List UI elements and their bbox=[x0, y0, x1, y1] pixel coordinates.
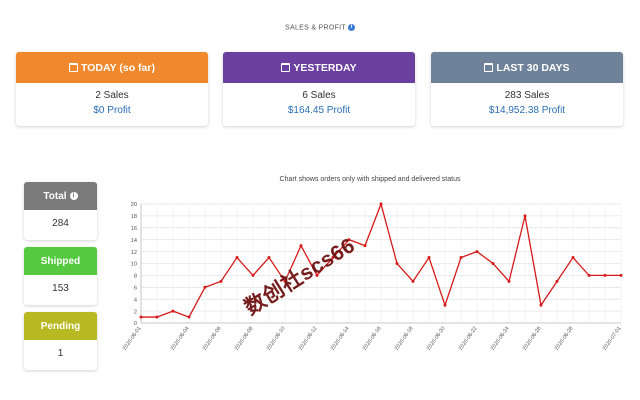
data-point bbox=[139, 315, 143, 319]
y-tick-label: 4 bbox=[134, 297, 137, 303]
today-card-title: TODAY (so far) bbox=[81, 61, 155, 74]
x-tick-label: 2020-06-06 bbox=[202, 326, 223, 352]
yesterday-card-header: YESTERDAY bbox=[223, 52, 415, 83]
shipped-stat: Shipped 153 bbox=[24, 247, 97, 305]
data-point bbox=[475, 250, 479, 254]
info-icon[interactable]: i bbox=[348, 24, 355, 31]
data-point bbox=[507, 279, 511, 283]
calendar-icon bbox=[69, 63, 79, 72]
last30-card-header: LAST 30 DAYS bbox=[431, 52, 623, 83]
y-tick-label: 20 bbox=[131, 202, 137, 208]
data-point bbox=[379, 202, 383, 206]
data-point bbox=[555, 279, 559, 283]
total-stat: Total i 284 bbox=[24, 182, 97, 240]
x-tick-label: 2020-06-10 bbox=[266, 326, 287, 352]
data-point bbox=[395, 262, 399, 265]
data-point bbox=[299, 244, 303, 248]
data-point bbox=[427, 256, 431, 260]
y-tick-label: 8 bbox=[134, 274, 137, 280]
x-tick-label: 2020-06-28 bbox=[554, 326, 575, 352]
y-tick-label: 6 bbox=[134, 286, 137, 292]
shipped-value: 153 bbox=[52, 283, 69, 294]
yesterday-card: YESTERDAY 6 Sales $164.45 Profit bbox=[223, 52, 415, 126]
x-tick-label: 2020-06-18 bbox=[394, 326, 415, 352]
data-point bbox=[619, 273, 623, 277]
pending-stat-header: Pending bbox=[24, 312, 97, 340]
x-tick-label: 2020-07-01 bbox=[602, 326, 623, 352]
today-card: TODAY (so far) 2 Sales $0 Profit bbox=[16, 52, 208, 126]
yesterday-card-title: YESTERDAY bbox=[293, 61, 357, 74]
total-value: 284 bbox=[52, 218, 69, 229]
x-tick-label: 2020-06-24 bbox=[490, 326, 511, 352]
data-point bbox=[587, 273, 591, 277]
x-tick-label: 2020-06-04 bbox=[170, 326, 191, 352]
pending-value: 1 bbox=[57, 348, 64, 359]
pending-stat: Pending 1 bbox=[24, 312, 97, 370]
pending-label: Pending bbox=[40, 320, 81, 332]
today-profit: $0 Profit bbox=[93, 105, 131, 116]
data-point bbox=[539, 303, 543, 307]
y-tick-label: 2 bbox=[134, 309, 137, 315]
info-icon[interactable]: i bbox=[69, 192, 78, 200]
orders-line-chart: 024681012141618202020-06-01 2020-06-04 202… bbox=[122, 201, 623, 352]
calendar-icon bbox=[281, 63, 291, 72]
x-tick-label: 2020-06-14 bbox=[330, 326, 351, 352]
data-point bbox=[267, 256, 271, 260]
data-point bbox=[251, 273, 255, 277]
x-tick-label: 2020-06-22 bbox=[458, 326, 479, 352]
last30-sales: 283 Sales bbox=[504, 90, 550, 101]
last30-card: LAST 30 DAYS 283 Sales $14,952.38 Profit bbox=[431, 52, 623, 126]
page-title: SALES & PROFIT i bbox=[0, 24, 640, 31]
data-point bbox=[459, 256, 463, 260]
data-point bbox=[411, 279, 415, 283]
data-point bbox=[187, 315, 191, 319]
data-point bbox=[491, 262, 495, 265]
data-point bbox=[363, 244, 367, 248]
chart-caption: Chart shows orders only with shipped and… bbox=[279, 176, 461, 183]
data-point bbox=[155, 315, 159, 319]
data-point bbox=[171, 309, 175, 313]
total-stat-header: Total i bbox=[24, 182, 97, 210]
x-tick-label: 2020-06-16 bbox=[362, 326, 383, 352]
y-tick-label: 10 bbox=[131, 262, 137, 268]
data-point bbox=[235, 256, 239, 260]
x-tick-label: 2020-06-12 bbox=[298, 326, 319, 352]
data-point bbox=[603, 273, 607, 277]
x-tick-label: 2020-06-26 bbox=[522, 326, 543, 352]
x-tick-label: 2020-06-01 bbox=[122, 326, 143, 352]
y-tick-label: 18 bbox=[131, 214, 137, 220]
y-tick-label: 12 bbox=[131, 250, 137, 256]
last30-profit: $14,952.38 Profit bbox=[488, 105, 566, 116]
today-card-header: TODAY (so far) bbox=[16, 52, 208, 83]
calendar-icon bbox=[484, 63, 494, 72]
last30-card-title: LAST 30 DAYS bbox=[496, 61, 570, 74]
data-point bbox=[203, 285, 207, 289]
today-sales: 2 Sales bbox=[95, 90, 129, 101]
yesterday-sales: 6 Sales bbox=[302, 90, 336, 101]
data-point bbox=[523, 214, 527, 218]
x-tick-label: 2020-06-08 bbox=[234, 326, 255, 352]
y-tick-label: 16 bbox=[131, 226, 137, 232]
total-label: Total bbox=[43, 190, 67, 202]
y-tick-label: 14 bbox=[131, 238, 137, 244]
shipped-stat-header: Shipped bbox=[24, 247, 97, 275]
yesterday-profit: $164.45 Profit bbox=[287, 105, 351, 116]
data-point bbox=[443, 303, 447, 307]
data-point bbox=[571, 256, 575, 260]
x-tick-label: 2020-06-20 bbox=[426, 326, 447, 352]
data-point bbox=[219, 279, 223, 283]
shipped-label: Shipped bbox=[40, 255, 81, 267]
